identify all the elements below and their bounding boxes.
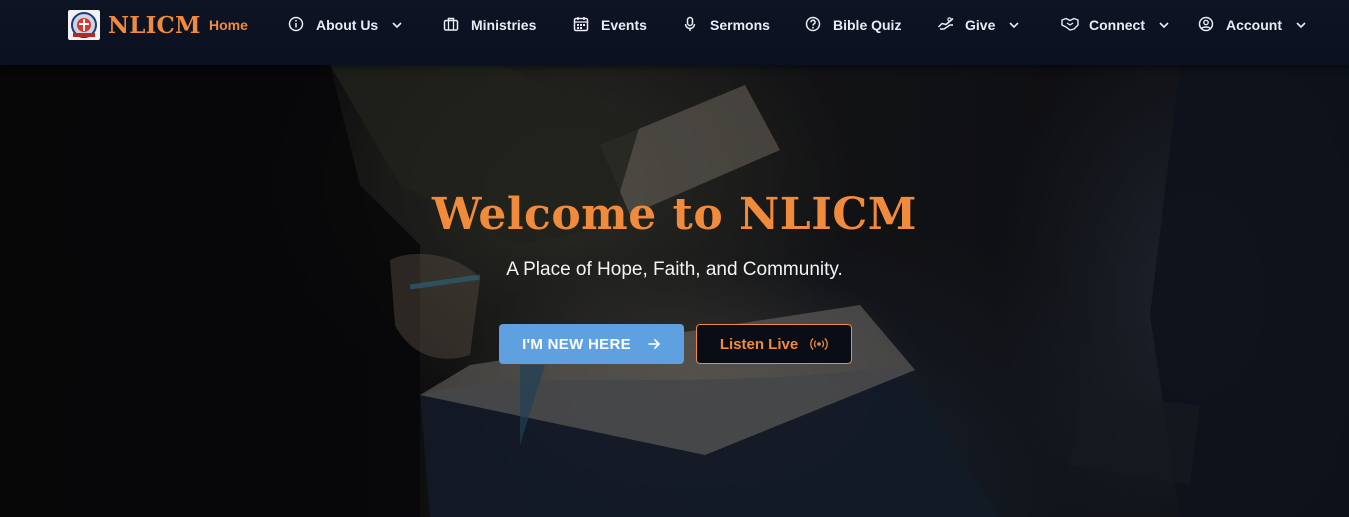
nav-item-label: Give [965, 17, 996, 33]
nav-item-label: Events [601, 17, 647, 33]
nav-item-events[interactable]: Events [573, 13, 647, 37]
listen-live-label: Listen Live [719, 335, 799, 353]
nav-item-bible-quiz[interactable]: Bible Quiz [805, 13, 901, 37]
church-seal-logo [68, 10, 100, 40]
nav-item-sermons[interactable]: Sermons [682, 13, 770, 37]
brand[interactable]: NLICM [68, 10, 201, 40]
nav-item-label: Bible Quiz [833, 17, 902, 33]
user-circle-icon [1198, 16, 1216, 34]
arrow-right-icon [647, 337, 661, 351]
chevron-down-icon [1158, 19, 1170, 31]
nav-item-label: Home [209, 17, 248, 33]
im-new-here-label: I'M NEW HERE [522, 335, 631, 353]
hero-title: Welcome to NLICM [432, 189, 917, 240]
nav-item-label: Ministries [471, 17, 537, 33]
nav-item-home[interactable]: Home [209, 13, 248, 37]
brand-name: NLICM [108, 11, 201, 39]
nav-item-ministries[interactable]: Ministries [443, 13, 536, 37]
calendar-icon [573, 16, 591, 34]
nav-item-label: About Us [316, 17, 379, 33]
hero-overlay [0, 65, 1349, 517]
hero-subtitle: A Place of Hope, Faith, and Community. [506, 259, 843, 280]
nav-item-label: Connect [1089, 17, 1145, 33]
nav-item-label: Sermons [710, 17, 770, 33]
nav-item-connect[interactable]: Connect [1061, 13, 1170, 37]
handshake-icon [1061, 16, 1079, 34]
hand-coin-icon [937, 16, 955, 34]
nav-item-label: Account [1226, 17, 1282, 33]
nav-item-account[interactable]: Account [1198, 13, 1307, 37]
briefcase-icon [443, 16, 461, 34]
listen-live-button[interactable]: Listen Live [696, 324, 852, 364]
chevron-down-icon [391, 19, 403, 31]
chevron-down-icon [1295, 19, 1307, 31]
microphone-icon [682, 16, 700, 34]
info-icon [288, 16, 306, 34]
top-navbar: NLICM Home About Us Ministries Events Se… [0, 0, 1349, 65]
nav-item-about-us[interactable]: About Us [288, 13, 403, 37]
nav-item-give[interactable]: Give [937, 13, 1020, 37]
chevron-down-icon [1008, 19, 1020, 31]
im-new-here-button[interactable]: I'M NEW HERE [499, 324, 684, 364]
broadcast-icon [810, 337, 829, 351]
question-icon [805, 16, 823, 34]
hero-section: Welcome to NLICM A Place of Hope, Faith,… [0, 65, 1349, 517]
